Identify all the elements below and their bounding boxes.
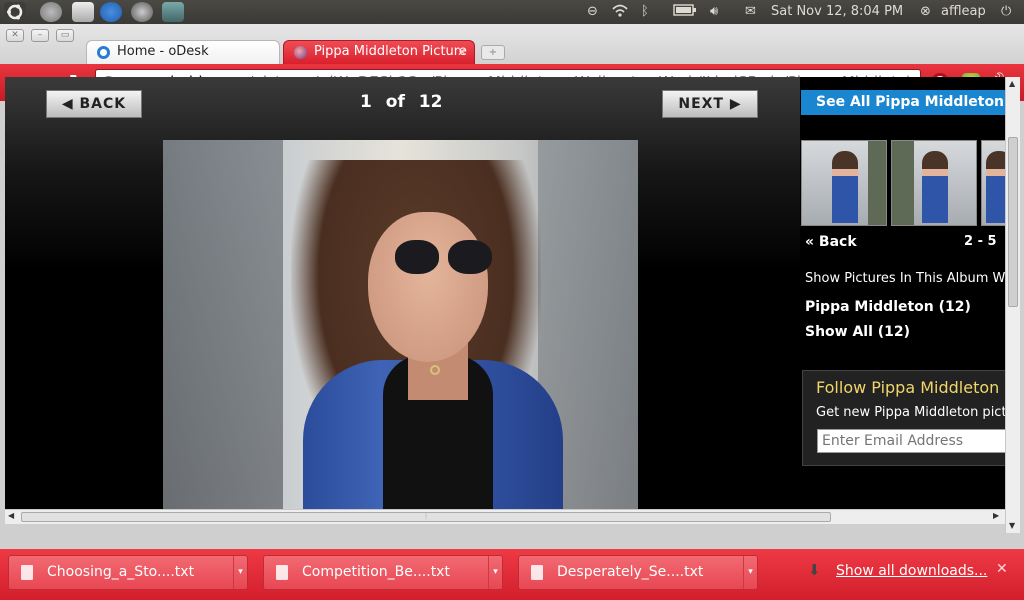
tab-label: Home - oDesk (117, 44, 209, 59)
download-filename: Choosing_a_Sto....txt (47, 564, 195, 580)
window-minimize-button[interactable]: – (31, 29, 49, 42)
download-item[interactable]: Desperately_Se....txt ▾ (518, 555, 758, 590)
odesk-favicon-icon (97, 46, 110, 59)
download-filename: Competition_Be....txt (302, 564, 450, 580)
user-name[interactable]: affleap (941, 4, 986, 19)
photo-counter: 1 of 12 (360, 92, 442, 112)
chevron-down-icon[interactable]: ▾ (233, 556, 247, 589)
close-icon[interactable]: ✕ (996, 561, 1008, 577)
battery-icon[interactable] (673, 4, 697, 19)
thumbnail[interactable] (981, 140, 1005, 226)
show-all-downloads-link[interactable]: Show all downloads... (836, 563, 987, 579)
email-input[interactable] (817, 429, 1005, 453)
scroll-right-icon[interactable]: ▶ (993, 511, 999, 520)
horizontal-scroll-thumb[interactable]: ⦙ (21, 512, 831, 522)
window-close-button[interactable]: ✕ (6, 29, 24, 42)
scroll-up-icon[interactable]: ▲ (1009, 79, 1015, 88)
download-filename: Desperately_Se....txt (557, 564, 704, 580)
next-button[interactable]: NEXT ▶ (662, 90, 758, 118)
text-file-icon (21, 565, 33, 580)
total-count: 12 (418, 92, 443, 112)
bluetooth-icon[interactable]: ᛒ (641, 4, 649, 19)
tab-pippa-middleton[interactable]: Pippa Middleton Picture ✕ (283, 40, 475, 64)
thumbnail[interactable] (801, 140, 887, 226)
text-editor-launcher-icon[interactable] (72, 2, 94, 22)
tab-label: Pippa Middleton Picture (314, 44, 467, 59)
window-maximize-button[interactable]: ▭ (56, 29, 74, 42)
zimbio-favicon-icon (294, 46, 307, 59)
power-icon[interactable]: ⏻ (1001, 4, 1011, 19)
current-index: 1 (360, 92, 372, 112)
thumbnails-back-label: Back (818, 234, 857, 250)
follow-subtitle: Get new Pippa Middleton pictures (816, 405, 1005, 420)
album-link-show-all[interactable]: Show All (12) (805, 324, 910, 340)
download-arrow-icon: ⬇ (808, 561, 821, 579)
text-file-icon (531, 565, 543, 580)
mail-icon[interactable]: ✉ (745, 4, 756, 19)
follow-box: Follow Pippa Middleton Get new Pippa Mid… (802, 370, 1005, 466)
clock[interactable]: Sat Nov 12, 8:04 PM (771, 4, 903, 19)
download-item[interactable]: Choosing_a_Sto....txt ▾ (8, 555, 248, 590)
horizontal-scrollbar[interactable]: ◀ ⦙ ▶ (5, 509, 1005, 524)
scroll-left-icon[interactable]: ◀ (8, 511, 14, 520)
see-all-pictures-button[interactable]: See All Pippa Middleton Pictures (801, 90, 1005, 115)
main-photo[interactable] (163, 140, 638, 509)
photo-stage: ◀ BACK 1 of 12 NEXT ▶ (5, 77, 800, 509)
tab-strip: ✕ – ▭ Home - oDesk Pippa Middleton Pictu… (0, 24, 1024, 64)
chevron-down-icon[interactable]: ▾ (488, 556, 502, 589)
follow-title: Follow Pippa Middleton (816, 378, 1000, 397)
album-filter-label: Show Pictures In This Album With (805, 271, 1005, 286)
page-content: ◀ BACK 1 of 12 NEXT ▶ See All Pippa Midd… (5, 77, 1005, 509)
messaging-icon[interactable]: ⊖ (587, 4, 598, 19)
system-top-panel: ⊖ ᛒ 🔊︎ ✉ Sat Nov 12, 8:04 PM ⊗ affleap ⏻ (0, 0, 1024, 24)
download-shelf: Choosing_a_Sto....txt ▾ Competition_Be..… (0, 549, 1024, 600)
new-tab-button[interactable]: + (481, 45, 505, 60)
thumbnail-range: 2 - 5 (964, 234, 997, 249)
thumbnails-back-link[interactable]: « Back (805, 234, 857, 250)
network-tool-launcher-icon[interactable] (162, 2, 184, 22)
sidebar: See All Pippa Middleton Pictures « Back … (800, 77, 1005, 509)
album-link-pippa-middleton[interactable]: Pippa Middleton (12) (805, 299, 971, 315)
volume-icon[interactable]: 🔊︎ (710, 4, 718, 19)
tab-home-odesk[interactable]: Home - oDesk (86, 40, 280, 64)
wifi-icon[interactable] (612, 4, 628, 20)
user-status-icon[interactable]: ⊗ (920, 4, 931, 19)
counter-of: of (385, 92, 405, 112)
web-browser-launcher-icon[interactable] (40, 2, 62, 22)
download-item[interactable]: Competition_Be....txt ▾ (263, 555, 503, 590)
chromium-launcher-icon[interactable] (100, 2, 122, 22)
settings-launcher-icon[interactable] (131, 2, 153, 22)
ubuntu-logo-icon[interactable] (4, 2, 26, 22)
tab-close-icon[interactable]: ✕ (457, 41, 467, 63)
back-button-label: BACK (79, 96, 127, 112)
chevron-down-icon[interactable]: ▾ (743, 556, 757, 589)
text-file-icon (276, 565, 288, 580)
vertical-scrollbar[interactable]: ▲ ▼ (1005, 77, 1020, 533)
next-button-label: NEXT (678, 96, 724, 112)
scroll-down-icon[interactable]: ▼ (1009, 521, 1015, 530)
thumbnail[interactable] (891, 140, 977, 226)
back-button[interactable]: ◀ BACK (46, 90, 142, 118)
vertical-scroll-thumb[interactable] (1008, 137, 1018, 307)
